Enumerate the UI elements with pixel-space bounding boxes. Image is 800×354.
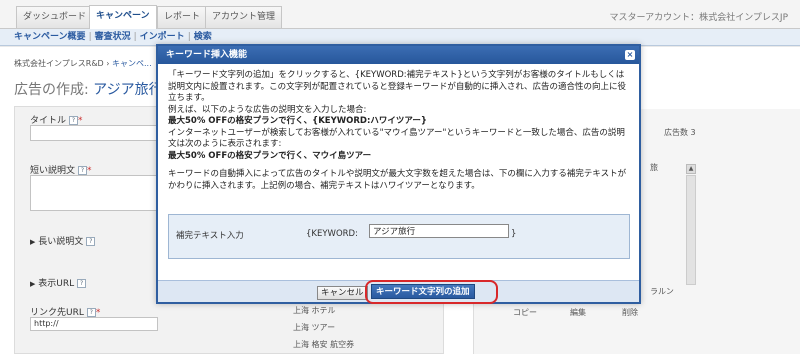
help-icon[interactable]: ? [78,166,88,175]
subnav-campaign-overview[interactable]: キャンペーン概要 [14,32,86,42]
edit-link[interactable]: 編集 [570,307,586,318]
subnav-separator: | [133,32,137,42]
fallback-text-section: 補完テキスト入力 {KEYWORD: } [168,214,630,259]
keyword-list-item: 上海 格安 航空券 [293,340,355,349]
example-template: 最大50% OFFの格安プランで行く、{KEYWORD:ハワイツアー} [168,116,427,126]
help-icon[interactable]: ? [86,237,96,246]
fallback-text-input[interactable] [369,224,509,238]
tab-dashboard[interactable]: ダッシュボード [16,6,94,28]
link-url-input[interactable]: http:// [30,317,158,331]
close-icon[interactable]: × [625,50,635,60]
help-icon[interactable]: ? [86,308,96,317]
keyword-list-item: 上海 ツアー [293,323,336,332]
page-title-prefix: 広告の作成: [14,82,89,98]
ad-count-label: 広告数 3 [664,128,696,137]
fallback-text-label: 補完テキスト入力 [176,231,244,241]
scroll-up-button[interactable]: ▲ [686,164,696,174]
tab-account-management[interactable]: アカウント管理 [205,6,283,28]
dialog-footer: キャンセル キーワード文字列の追加 [158,280,639,304]
dialog-header: キーワード挿入機能 × [158,46,639,64]
expand-icon: ▶ [30,280,36,288]
long-desc-label-text: 長い説明文 [38,237,84,247]
ad-preview-snippet: 旅 [650,163,658,172]
keyword-prefix: {KEYWORD: [306,229,358,239]
cancel-button[interactable]: キャンセル [317,286,368,300]
example-match-text: インターネットユーザーが検索してお客様が入れている"マウイ島ツアー"というキーワ… [168,127,625,150]
page-title-campaign: アジア旅行 [93,82,163,98]
ad-preview-snippet: ラルン [650,287,674,296]
preview-scrollbar[interactable] [686,175,696,285]
subnav-separator: | [187,32,191,42]
tab-campaign[interactable]: キャンペーン [89,5,157,29]
keyword-insert-dialog: キーワード挿入機能 × 「キーワード文字列の追加」をクリックすると、{KEYWO… [156,44,641,304]
page-title: 広告の作成: アジア旅行 [14,79,163,99]
top-tab-bar: ダッシュボード キャンペーン レポート アカウント管理 マスターアカウント：株式… [0,0,800,29]
long-desc-toggle[interactable]: ▶ 長い説明文? [30,234,96,247]
dialog-body: 「キーワード文字列の追加」をクリックすると、{KEYWORD:補完テキスト}とい… [168,70,630,192]
breadcrumb: 株式会社インプレスR&D › キャンペ... [14,58,152,69]
master-account-label: マスターアカウント：株式会社インプレスJP [609,13,788,23]
expand-icon: ▶ [30,238,36,246]
copy-link[interactable]: コピー [513,307,537,318]
delete-link[interactable]: 削除 [622,307,638,318]
fallback-explanation: キーワードの自動挿入によって広告のタイトルや説明文が最大文字数を超えた場合は、下… [168,169,627,191]
add-keyword-string-button[interactable]: キーワード文字列の追加 [371,284,475,299]
keyword-list-top-item: 上海 ホテル [293,306,336,315]
help-icon[interactable]: ? [69,116,79,125]
display-url-toggle[interactable]: ▶ 表示URL? [30,276,87,289]
title-input[interactable] [30,125,158,141]
example-result: 最大50% OFFの格安プランで行く、マウイ島ツアー [168,150,372,161]
breadcrumb-campaign[interactable]: キャンペ... [112,59,152,68]
keyword-suffix: } [511,229,517,239]
dialog-title: キーワード挿入機能 [166,50,248,60]
help-icon[interactable]: ? [77,279,87,288]
subnav-import[interactable]: インポート [140,32,185,42]
display-url-label-text: 表示URL [38,279,75,289]
breadcrumb-account[interactable]: 株式会社インプレスR&D [14,59,104,68]
subnav-review-status[interactable]: 審査状況 [95,32,131,42]
example-intro: 例えば、以下のような広告の説明文を入力した場合: [168,104,367,115]
explanation-paragraph: 「キーワード文字列の追加」をクリックすると、{KEYWORD:補完テキスト}とい… [168,70,626,103]
subnav-search[interactable]: 検索 [194,32,212,42]
subnav-separator: | [88,32,92,42]
tab-report[interactable]: レポート [157,6,208,28]
short-desc-input[interactable] [30,175,158,211]
